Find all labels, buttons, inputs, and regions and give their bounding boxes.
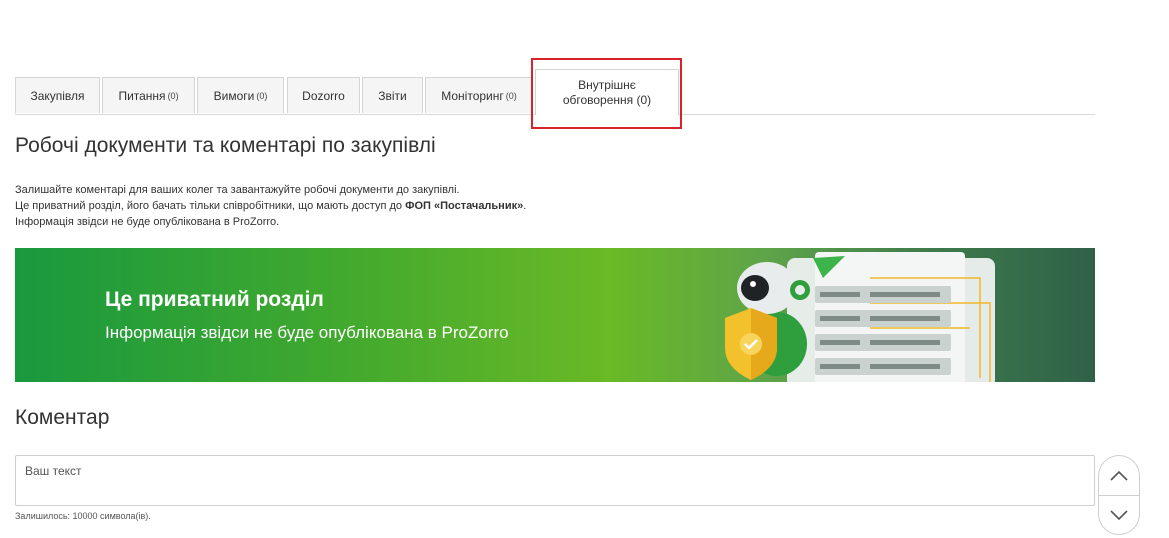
tab-reports[interactable]: Звіти (362, 77, 423, 113)
tab-claims[interactable]: Вимоги (0) (197, 77, 284, 113)
tab-questions[interactable]: Питання (0) (102, 77, 195, 113)
private-section-banner: Це приватний розділ Інформація звідси не… (15, 248, 1095, 382)
tab-label: Вимоги (213, 88, 255, 103)
info-line: Це приватний розділ, його бачать тільки … (15, 198, 526, 214)
organization-name: ФОП «Постачальник» (405, 200, 524, 212)
info-text-part: Це приватний розділ, його бачать тільки … (15, 200, 406, 212)
comment-section-title: Коментар (15, 406, 110, 429)
scroll-down-button[interactable] (1098, 495, 1140, 535)
banner-title: Це приватний розділ (105, 288, 324, 311)
tab-internal-discussion[interactable]: Внутрішнє обговорення (0) (535, 69, 679, 115)
info-line: Інформація звідси не буде опублікована в… (15, 216, 280, 228)
characters-remaining: Залишилось: 10000 символа(ів). (15, 511, 151, 521)
page-title: Робочі документи та коментарі по закупів… (15, 134, 436, 157)
info-text-part: . (523, 200, 527, 212)
tab-label: Внутрішнє (578, 77, 636, 92)
info-line: Залишайте коментарі для ваших колег та з… (15, 184, 460, 196)
banner-subtitle: Інформація звідси не буде опублікована в… (105, 323, 509, 342)
tab-dozorro[interactable]: Dozorro (287, 77, 360, 113)
chevron-up-icon (1110, 470, 1128, 481)
comment-input[interactable] (15, 455, 1095, 506)
tab-count: (0) (256, 90, 268, 101)
tab-count: (0) (505, 90, 517, 101)
scroll-up-button[interactable] (1098, 455, 1140, 495)
tab-label: обговорення (0) (562, 92, 652, 107)
tab-monitoring[interactable]: Моніторинг (0) (425, 77, 533, 113)
tab-procurement[interactable]: Закупівля (15, 77, 100, 113)
info-text: Залишайте коментарі для ваших колег та з… (15, 182, 526, 230)
server-icon (787, 252, 995, 382)
tab-label: Питання (118, 88, 166, 103)
tab-label: Закупівля (30, 88, 85, 103)
tab-label: Звіти (378, 88, 407, 103)
tab-count: (0) (167, 90, 179, 101)
chevron-down-icon (1110, 510, 1128, 521)
tab-label: Dozorro (302, 88, 345, 103)
robot-server-illustration (725, 252, 995, 382)
tabs-bar: Закупівля Питання (0) Вимоги (0) Dozorro… (15, 68, 1095, 115)
tab-label: Моніторинг (441, 88, 504, 103)
